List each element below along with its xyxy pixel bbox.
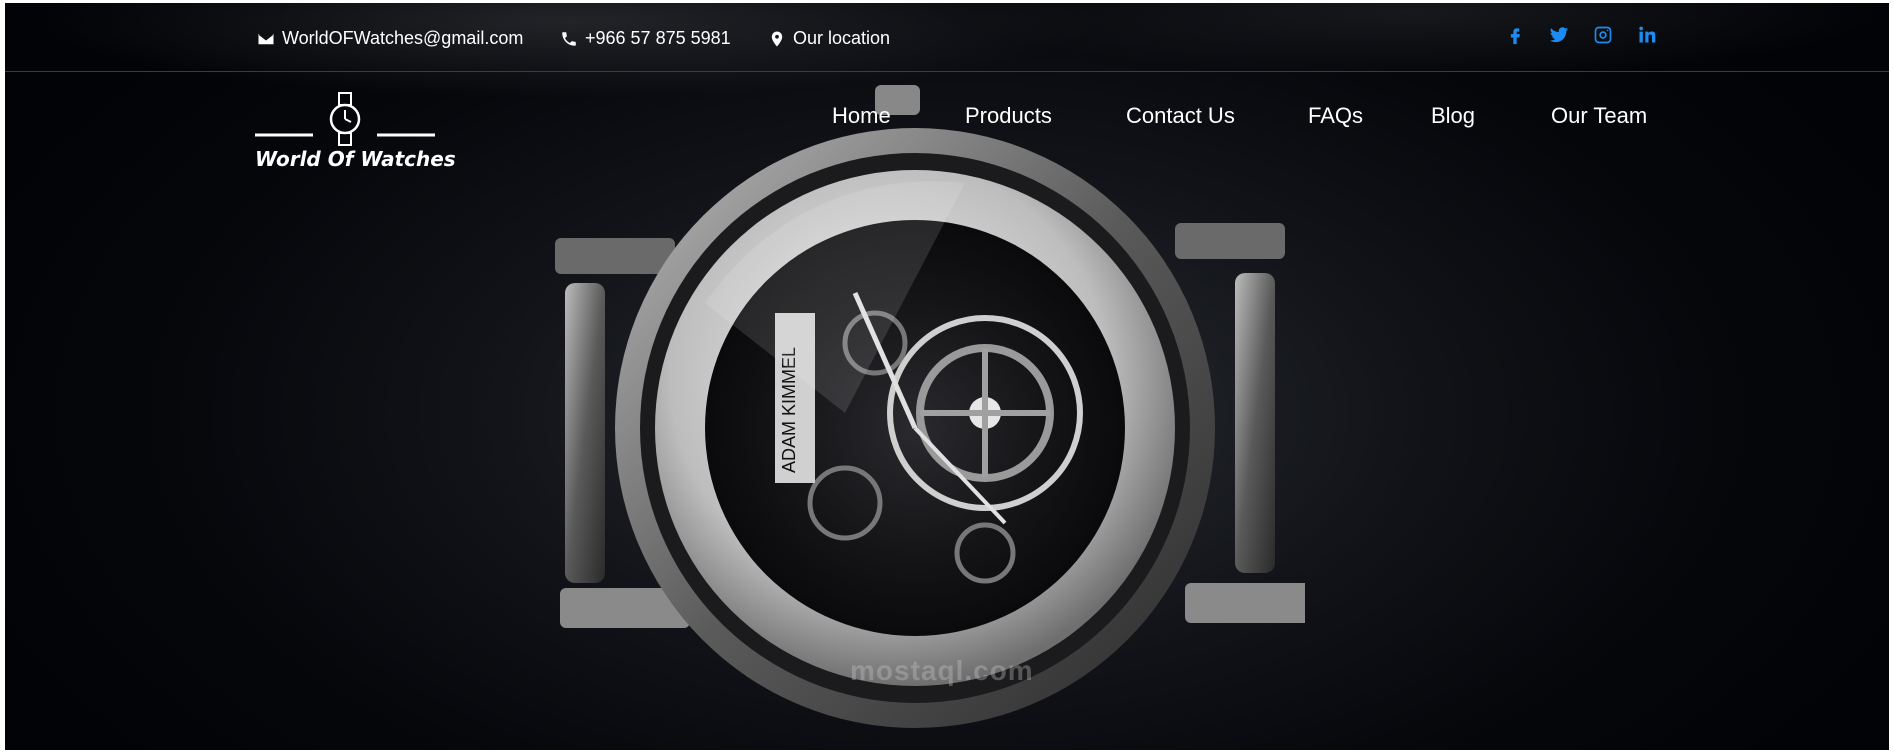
- phone-text: +966 57 875 5981: [585, 28, 731, 48]
- nav-blog[interactable]: Blog: [1431, 103, 1475, 129]
- email-text: WorldOFWatches@gmail.com: [282, 28, 524, 48]
- nav-products[interactable]: Products: [965, 103, 1052, 129]
- phone-icon: [562, 31, 576, 46]
- logo-text: World Of Watches: [255, 147, 456, 171]
- phone-contact[interactable]: +966 57 875 5981: [560, 28, 731, 49]
- site-logo[interactable]: World Of Watches: [255, 91, 456, 176]
- nav-contact-us[interactable]: Contact Us: [1126, 103, 1235, 129]
- email-contact[interactable]: WorldOFWatches@gmail.com: [257, 28, 523, 49]
- hero-watch-image: ADAM KIMMEL: [555, 85, 1305, 728]
- social-links: [1505, 25, 1657, 45]
- twitter-icon[interactable]: [1549, 25, 1569, 45]
- location-contact[interactable]: Our location: [768, 28, 890, 49]
- nav-faqs[interactable]: FAQs: [1308, 103, 1363, 129]
- map-pin-icon: [771, 31, 783, 46]
- watermark: mostaql.com: [850, 655, 1034, 686]
- watch-logo-icon: [255, 92, 435, 146]
- envelope-icon: [258, 33, 274, 44]
- facebook-icon[interactable]: [1505, 25, 1525, 45]
- location-text: Our location: [793, 28, 891, 48]
- top-contact-bar: WorldOFWatches@gmail.com +966 57 875 598…: [5, 3, 1889, 72]
- hero-section: ADAM KIMMEL WorldOFWatches@gmail.com +96…: [5, 3, 1889, 750]
- linkedin-icon[interactable]: [1637, 25, 1657, 45]
- nav-our-team[interactable]: Our Team: [1551, 103, 1647, 129]
- instagram-icon[interactable]: [1593, 25, 1613, 45]
- nav-home[interactable]: Home: [832, 103, 891, 129]
